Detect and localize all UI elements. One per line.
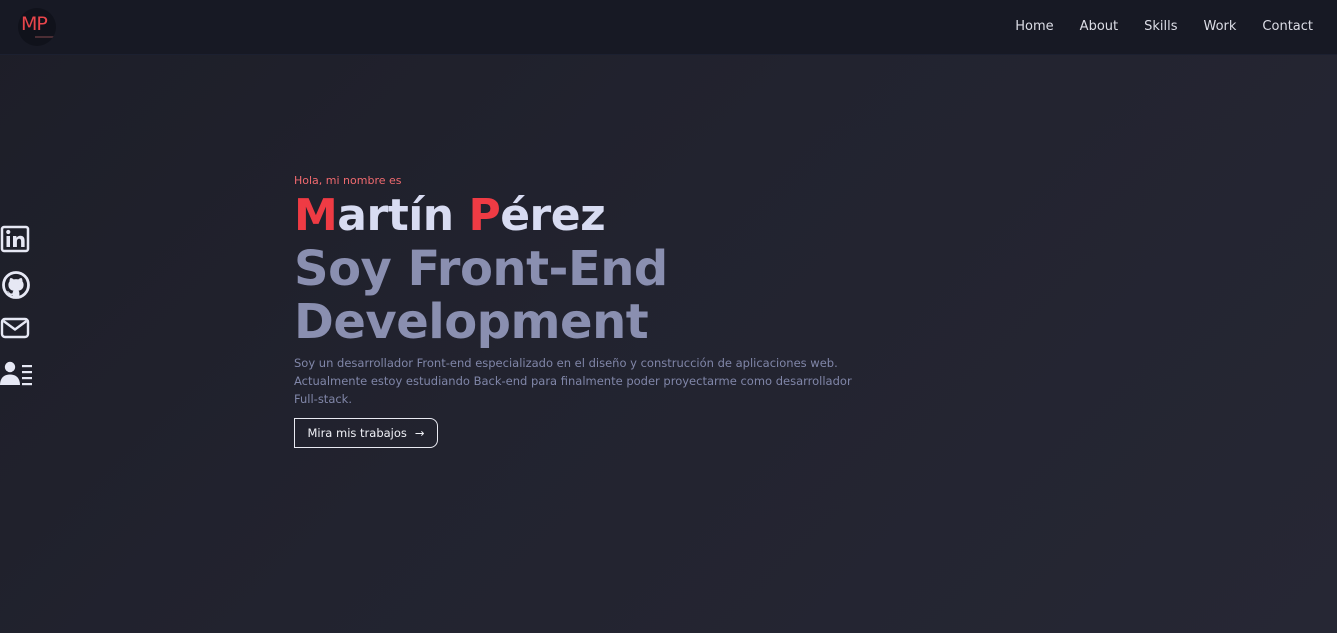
name-first-rest: artín	[337, 190, 469, 241]
nav-skills-link[interactable]: Skills	[1144, 19, 1177, 34]
logo-text: MP	[21, 13, 48, 35]
hero-description: Soy un desarrollador Front-end especiali…	[294, 356, 852, 406]
greeting-text: Hola, mi nombre es	[294, 174, 402, 187]
name-last-rest: érez	[500, 190, 606, 241]
nav-contact-link[interactable]: Contact	[1262, 19, 1313, 34]
logo[interactable]: MP	[18, 8, 56, 46]
nav-work-link[interactable]: Work	[1204, 19, 1237, 34]
navbar: MP Home About Skills Work Contact	[0, 0, 1337, 55]
arrow-right-icon: →	[414, 426, 425, 440]
hero-role: Soy Front-End Development	[294, 243, 668, 349]
name-first-initial: M	[294, 190, 338, 241]
name-last-initial: P	[468, 190, 501, 241]
role-line-2: Development	[294, 294, 649, 350]
logo-underline	[35, 36, 55, 38]
view-work-button[interactable]: Mira mis trabajos →	[294, 418, 438, 448]
hero-name: Martín Pérez	[294, 190, 606, 241]
role-line-1: Soy Front-End	[294, 241, 668, 297]
main-nav: Home About Skills Work Contact	[1015, 0, 1313, 52]
mail-icon[interactable]	[0, 316, 32, 344]
github-icon[interactable]	[0, 270, 32, 299]
linkedin-icon[interactable]	[0, 225, 32, 253]
resume-icon[interactable]	[0, 359, 32, 387]
nav-home-link[interactable]: Home	[1015, 19, 1053, 34]
page: MP Home About Skills Work Contact Hola, …	[0, 0, 1337, 633]
nav-about-link[interactable]: About	[1080, 19, 1118, 34]
view-work-label: Mira mis trabajos	[307, 426, 407, 440]
